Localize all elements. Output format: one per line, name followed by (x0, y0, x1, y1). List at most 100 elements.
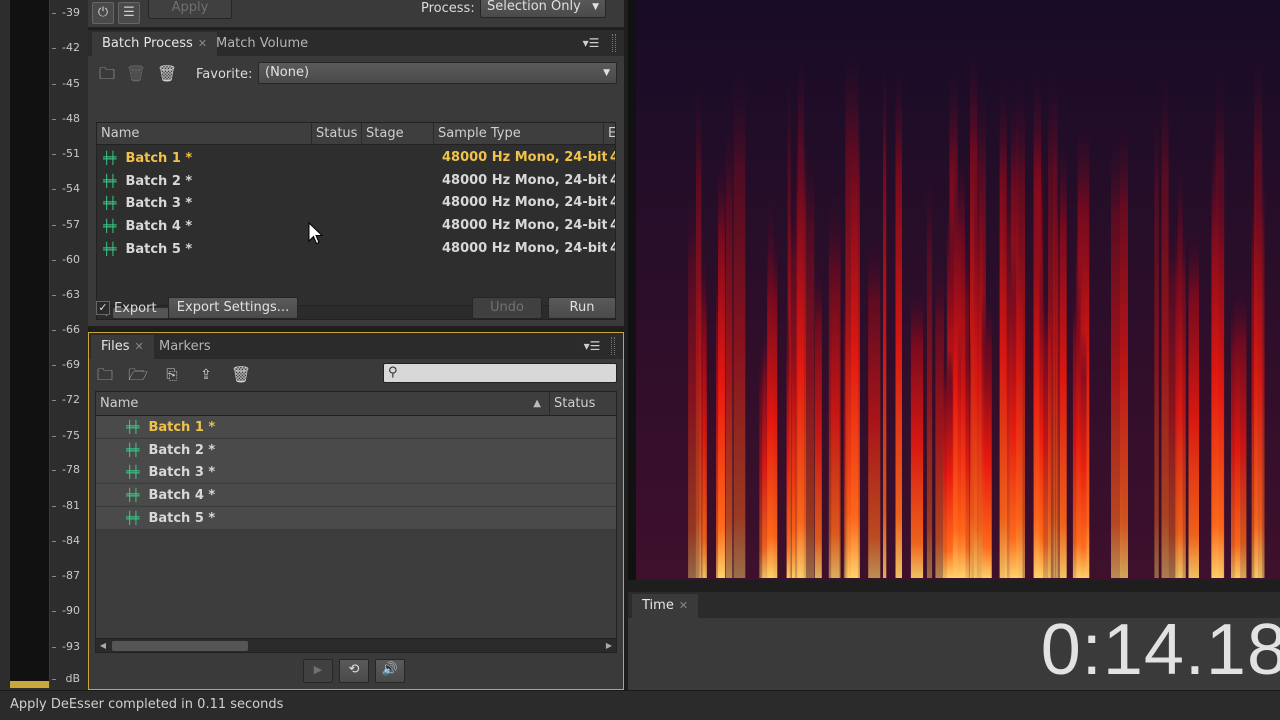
waveform-icon: ╪╪ (103, 196, 116, 211)
spectral-burst (926, 164, 933, 579)
process-label: Process: (421, 1, 475, 16)
spectral-burst (1212, 119, 1219, 579)
file-name: Batch 5 * (148, 510, 216, 526)
play-button[interactable]: ▶ (303, 659, 333, 683)
tab-match-volume[interactable]: Match Volume (206, 32, 318, 56)
apply-button[interactable]: Apply (148, 0, 232, 19)
spectral-burst (1039, 258, 1044, 578)
trash-icon[interactable]: 🗑 (125, 64, 147, 84)
import-icon[interactable]: ⇪ (195, 365, 217, 385)
close-icon[interactable]: ✕ (679, 599, 688, 612)
column-status[interactable]: Status (550, 392, 616, 416)
spectral-burst (1161, 67, 1169, 578)
table-row[interactable]: ╪╪ Batch 5 * 48000 Hz Mono, 24-bit4 (97, 238, 615, 260)
spectral-burst (895, 65, 902, 578)
files-table-header: Name ▲ Status (96, 392, 616, 416)
favorite-select[interactable]: (None) ▼ (258, 62, 617, 84)
scroll-right-icon[interactable]: ▶ (602, 639, 616, 652)
loop-button[interactable]: ⟲ (339, 659, 369, 683)
file-name-cell: ╪╪ Batch 5 * (126, 507, 546, 530)
row-sample-type: 48000 Hz Mono, 24-bit (442, 150, 607, 165)
export-label: Export (114, 301, 157, 316)
search-field[interactable]: ⚲ (383, 363, 617, 383)
file-name-cell: ╪╪ Batch 3 * (126, 461, 546, 484)
row-name-cell: ╪╪ Batch 1 * (103, 147, 313, 170)
list-icon[interactable]: ☰ (118, 2, 140, 24)
spectral-burst (1004, 150, 1011, 578)
spectral-burst (1154, 92, 1159, 578)
spectral-burst (831, 222, 840, 578)
sort-ascending-icon: ▲ (533, 398, 541, 409)
files-hscroll[interactable]: ◀ ▶ (96, 638, 616, 652)
tab-markers[interactable]: Markers (149, 335, 221, 359)
meter-tick-label: -42 (62, 41, 80, 54)
meter-scale: -39 -42 -45 -48 -51 -54 -57 -60 -63 -66 -69 -72 -75 -… (52, 0, 86, 690)
row-name-cell: ╪╪ Batch 4 * (103, 215, 313, 238)
list-item[interactable]: ╪╪ Batch 1 * (96, 416, 616, 438)
meter-tick: -42 (52, 41, 86, 55)
status-bar: Apply DeEsser completed in 0.11 seconds (0, 690, 1280, 720)
tab-files[interactable]: Files ✕ (91, 335, 154, 359)
scroll-thumb[interactable] (112, 641, 248, 651)
spectral-burst (1231, 292, 1241, 578)
autoplay-speaker-button[interactable]: 🔊 (375, 659, 405, 683)
spectral-burst (1111, 125, 1121, 578)
panel-grip[interactable] (612, 34, 616, 52)
waveform-icon: ╪╪ (126, 420, 139, 434)
power-icon[interactable]: ⏻ (92, 2, 114, 24)
undo-button[interactable]: Undo (472, 297, 542, 319)
column-stage[interactable]: Stage (362, 123, 434, 145)
file-name: Batch 4 * (148, 488, 216, 504)
tab-batch-process[interactable]: Batch Process ✕ (92, 32, 218, 56)
spectral-burst (883, 59, 887, 578)
spectral-burst (786, 309, 790, 578)
meter-tick-label: -54 (62, 182, 80, 195)
meter-tick: -57 (52, 218, 86, 232)
table-row[interactable]: ╪╪ Batch 4 * 48000 Hz Mono, 24-bit4 (97, 215, 615, 237)
panel-menu-icon[interactable]: ▾☰ (583, 339, 601, 353)
spectral-burst (796, 114, 807, 578)
export-settings-button[interactable]: Export Settings... (168, 297, 298, 319)
list-item[interactable]: ╪╪ Batch 3 * (96, 461, 616, 484)
list-item[interactable]: ╪╪ Batch 5 * (96, 506, 616, 530)
row-sample-type: 48000 Hz Mono, 24-bit (442, 218, 607, 234)
spectral-burst (1255, 146, 1265, 579)
row-sample-type: 48000 Hz Mono, 24-bit (442, 195, 607, 211)
process-select[interactable]: Selection Only ▼ (480, 0, 606, 18)
waveform-icon: ╪╪ (126, 465, 139, 480)
search-input[interactable] (404, 365, 610, 381)
column-name[interactable]: Name ▲ (96, 392, 550, 416)
clear-list-icon[interactable]: 🗑 (156, 64, 178, 84)
list-item[interactable]: ╪╪ Batch 2 * (96, 438, 616, 461)
table-row[interactable]: ╪╪ Batch 3 * 48000 Hz Mono, 24-bit4 (97, 192, 615, 214)
close-file-icon[interactable]: 🗑 (230, 365, 252, 385)
spectral-frequency-display[interactable] (628, 0, 1280, 580)
table-row[interactable]: ╪╪ Batch 2 * 48000 Hz Mono, 24-bit4 (97, 170, 615, 192)
meter-tick-label: -87 (62, 569, 80, 582)
open-append-icon[interactable]: 🗁 (127, 365, 149, 385)
panel-grip[interactable] (611, 337, 615, 355)
meter-tick: -93 (52, 640, 86, 654)
meter-tick: -84 (52, 534, 86, 548)
process-select-value: Selection Only (487, 0, 581, 14)
table-row[interactable]: ╪╪ Batch 1 * 48000 Hz Mono, 24-bit4 (97, 147, 615, 169)
column-name[interactable]: Name (97, 123, 312, 145)
column-sample-type[interactable]: Sample Type (434, 123, 604, 145)
panel-menu-icon[interactable]: ▾☰ (582, 36, 600, 50)
scroll-left-icon[interactable]: ◀ (96, 639, 110, 652)
export-checkbox[interactable]: ✓ (96, 301, 110, 315)
tab-time[interactable]: Time ✕ (632, 594, 699, 618)
meter-tick: -87 (52, 569, 86, 583)
column-status[interactable]: Status (312, 123, 362, 145)
close-icon[interactable]: ✕ (135, 340, 144, 353)
folder-icon[interactable]: 🗀 (96, 64, 118, 84)
insert-icon[interactable]: ⎘ (161, 365, 183, 385)
status-text: Apply DeEsser completed in 0.11 seconds (10, 697, 284, 712)
open-file-icon[interactable]: 🗀 (94, 365, 116, 385)
batch-table: Name Status Stage Sample Type E ╪╪ Batch … (96, 122, 616, 320)
column-extra[interactable]: E (604, 123, 615, 145)
meter-tick-label: -93 (62, 640, 80, 653)
list-item[interactable]: ╪╪ Batch 4 * (96, 484, 616, 507)
spectral-burst (1053, 68, 1058, 578)
run-button[interactable]: Run (548, 297, 616, 319)
